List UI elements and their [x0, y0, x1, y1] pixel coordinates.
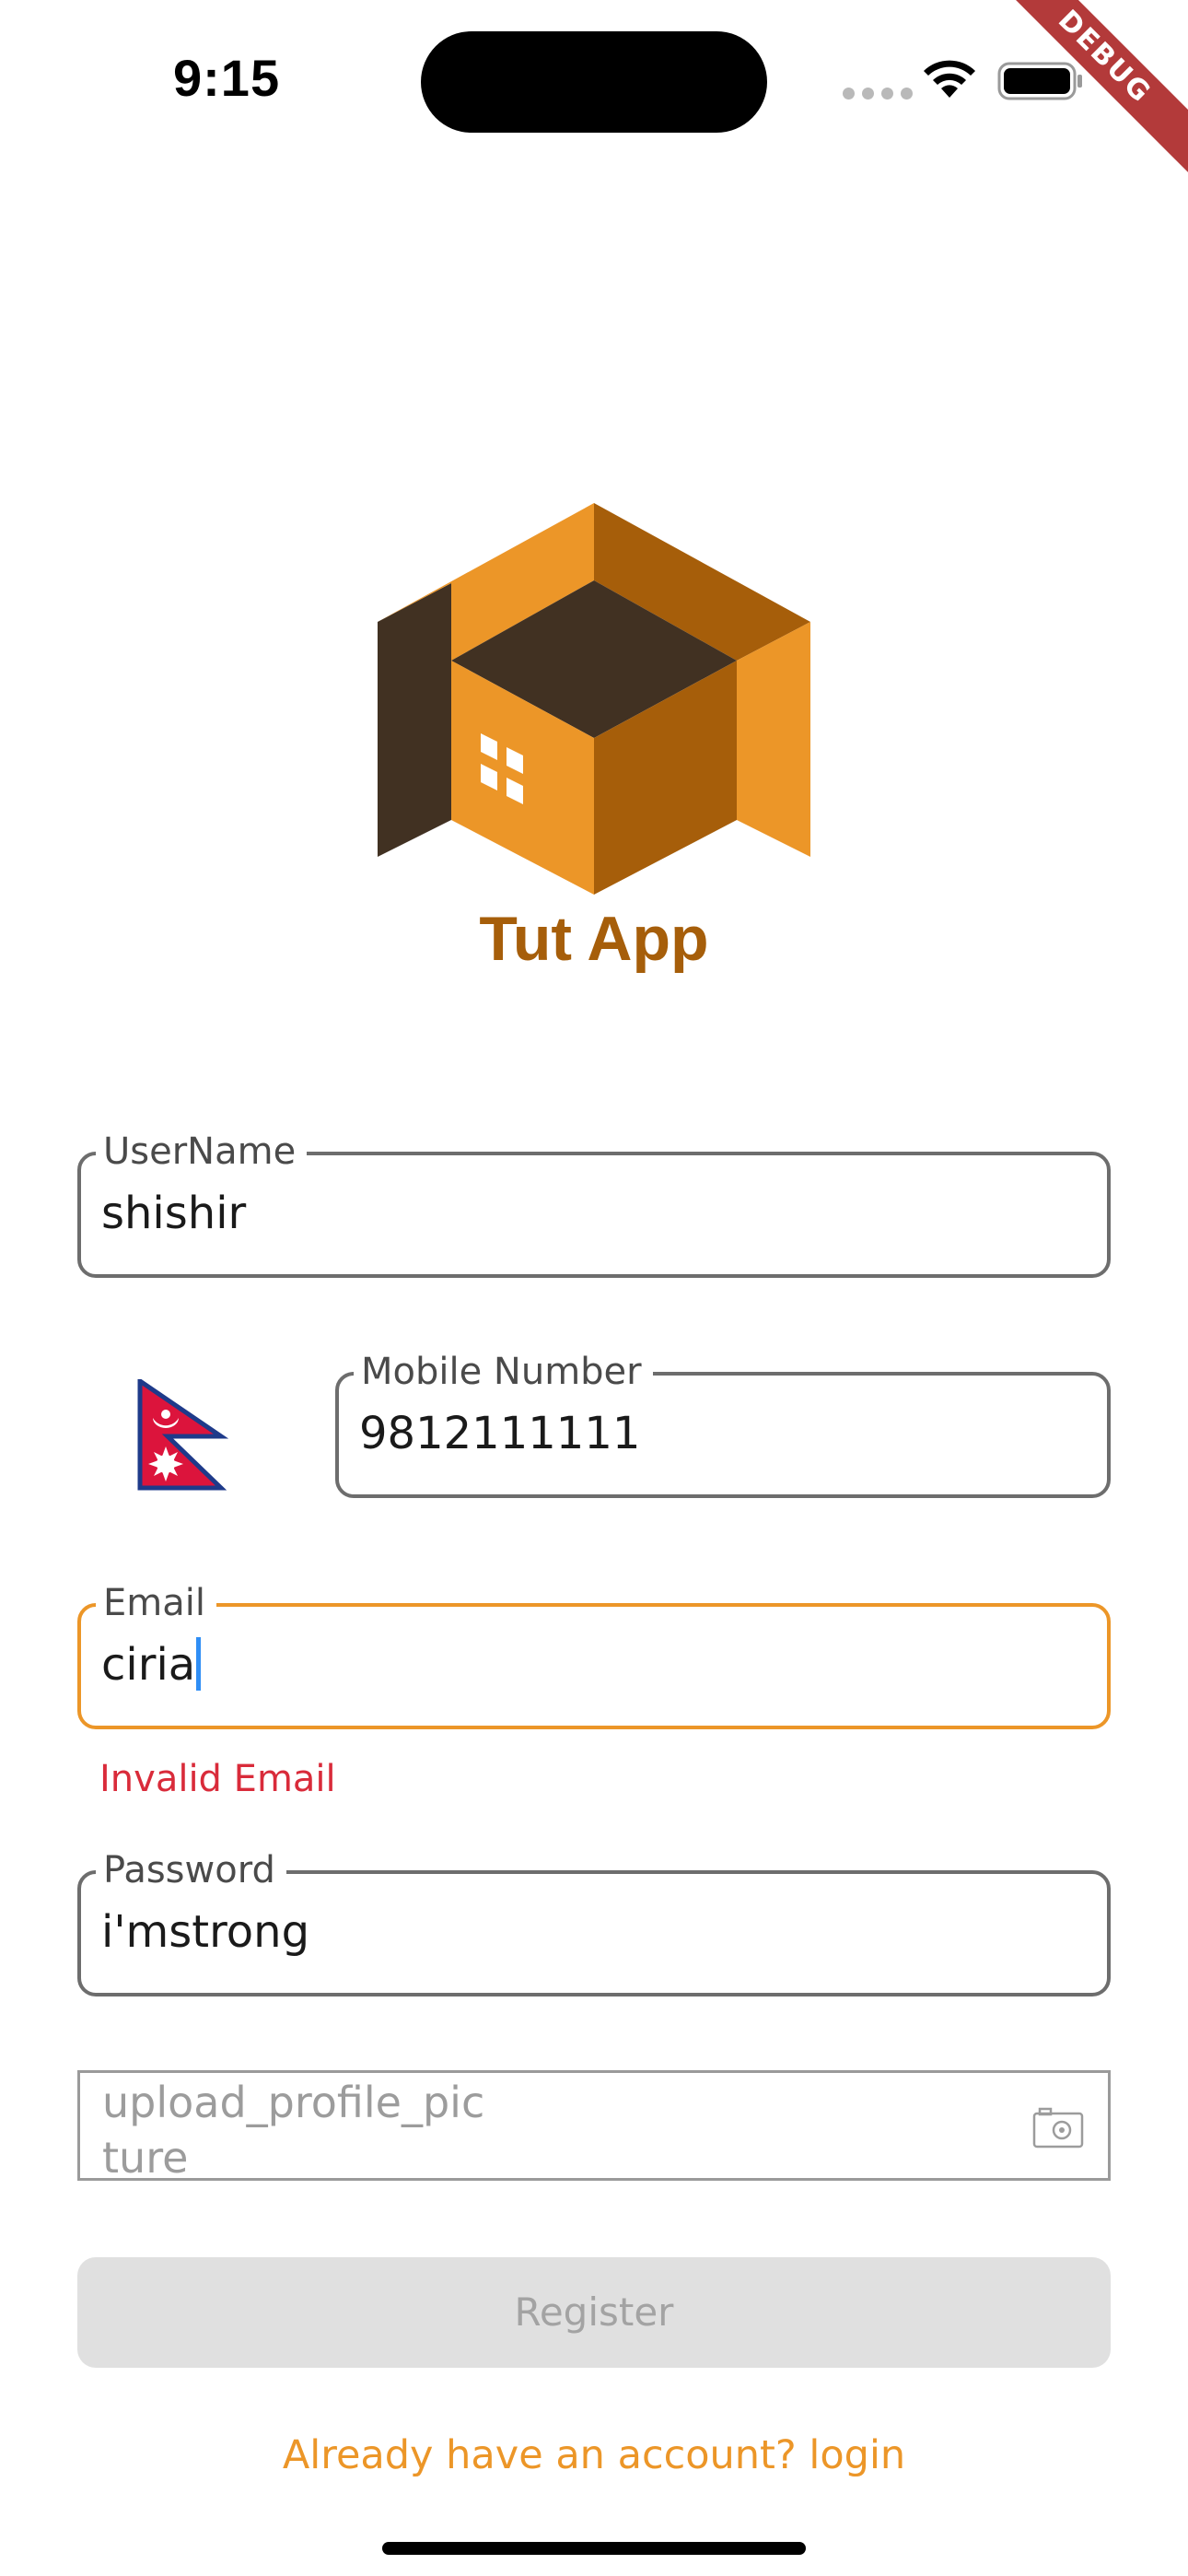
status-time: 9:15: [173, 49, 281, 107]
camera-icon[interactable]: [1032, 2106, 1084, 2149]
nepal-flag-icon[interactable]: [136, 1379, 228, 1492]
username-field[interactable]: UserName shishir: [77, 1128, 1111, 1278]
email-text: ciria: [101, 1639, 196, 1691]
dynamic-island: [421, 31, 767, 133]
mobile-number-label: Mobile Number: [354, 1348, 653, 1396]
password-value: i'mstrong: [101, 1906, 310, 1958]
app-logo-icon: [378, 503, 810, 895]
app-title: Tut App: [479, 904, 709, 974]
email-field[interactable]: Email ciria: [77, 1579, 1111, 1729]
email-error-text: Invalid Email: [99, 1758, 336, 1800]
email-value: ciria: [101, 1636, 202, 1694]
mobile-number-value: 9812111111: [359, 1408, 641, 1459]
home-indicator[interactable]: [382, 2542, 806, 2555]
username-label: UserName: [96, 1128, 308, 1176]
battery-icon: [997, 62, 1082, 100]
upload-profile-picture-label: upload_profile_picture: [102, 2078, 485, 2183]
username-value: shishir: [101, 1188, 247, 1239]
cellular-signal-icon: [843, 88, 913, 100]
password-field[interactable]: Password i'mstrong: [77, 1846, 1111, 1996]
mobile-number-field[interactable]: Mobile Number 9812111111: [335, 1348, 1111, 1498]
upload-profile-picture-button[interactable]: upload_profile_picture: [77, 2070, 1111, 2183]
text-cursor: [196, 1637, 202, 1691]
wifi-icon: [924, 60, 975, 98]
email-label: Email: [96, 1579, 216, 1627]
register-button[interactable]: Register: [77, 2257, 1111, 2368]
login-link[interactable]: Already have an account? login: [0, 2432, 1188, 2478]
password-label: Password: [96, 1846, 286, 1894]
